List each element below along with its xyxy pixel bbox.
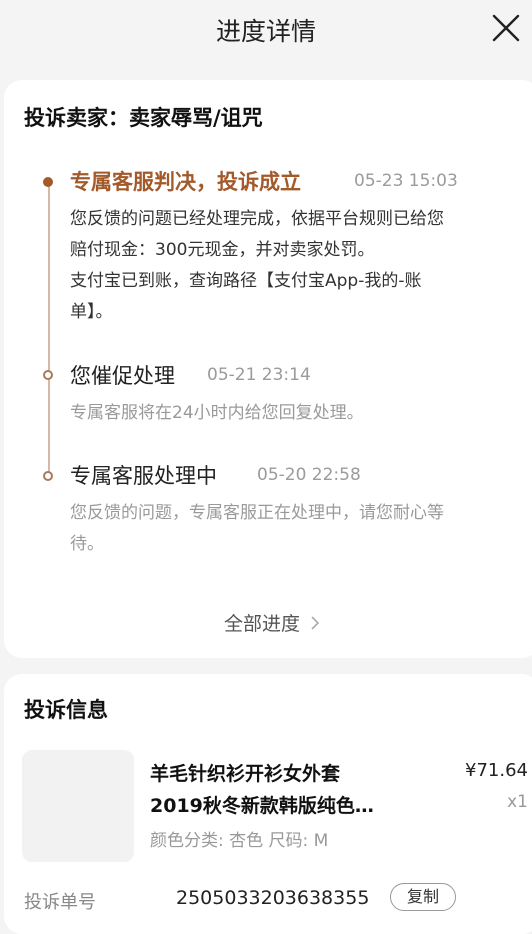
close-icon [492, 14, 520, 42]
timeline-dot [43, 370, 53, 380]
complaint-progress-title: 投诉卖家：卖家辱骂/诅咒 [24, 106, 263, 130]
complaint-info-card: 投诉信息 羊毛针织衫开衫女外套 2019秋冬新款韩版纯色… 颜色分类: 杏色 尺… [4, 674, 532, 934]
step-title: 专属客服处理中 [70, 464, 217, 488]
order-number: 2505033203638355 [176, 887, 370, 909]
product-title-line: 羊毛针织衫开衫女外套 [150, 763, 341, 785]
progress-card: 投诉卖家：卖家辱骂/诅咒 专属客服判决，投诉成立 05-23 15:03 您反馈… [4, 80, 532, 658]
step-description: 专属客服将在24小时内给您回复处理。 [70, 398, 516, 429]
step-description-line: 您反馈的问题，专属客服正在处理中，请您耐心等 [70, 503, 444, 523]
order-number-label: 投诉单号 [24, 892, 96, 913]
all-progress-label: 全部进度 [223, 613, 300, 635]
step-time: 05-23 15:03 [354, 171, 458, 191]
product-title-line: 2019秋冬新款韩版纯色… [150, 795, 374, 817]
step-description-line: 待。 [70, 534, 104, 554]
close-button[interactable] [484, 6, 528, 50]
step-time: 05-20 22:58 [257, 465, 361, 485]
product-thumbnail[interactable] [22, 750, 134, 862]
step-title: 您催促处理 [70, 364, 175, 388]
product-quantity: x1 [507, 792, 528, 812]
complaint-info-title: 投诉信息 [24, 698, 108, 722]
step-description-line: 您反馈的问题已经处理完成，依据平台规则已给您 [70, 209, 444, 229]
step-description-line: 支付宝已到账，查询路径【支付宝App-我的-账 [70, 271, 422, 291]
step-time: 05-21 23:14 [207, 365, 311, 385]
timeline-dot-active [43, 177, 53, 187]
page-title: 进度详情 [215, 17, 316, 46]
top-bar: 进度详情 [0, 0, 532, 68]
timeline-dot [43, 471, 53, 481]
chevron-right-icon [310, 614, 320, 633]
product-sku: 颜色分类: 杏色 尺码: M [150, 831, 329, 851]
product-title[interactable]: 羊毛针织衫开衫女外套 2019秋冬新款韩版纯色… [150, 758, 396, 822]
product-price: ¥71.64 [465, 760, 528, 781]
step-description-line: 单】。 [70, 302, 113, 322]
step-description: 您反馈的问题，专属客服正在处理中，请您耐心等 待。 [70, 498, 516, 560]
copy-button[interactable]: 复制 [390, 883, 456, 911]
all-progress-link[interactable]: 全部进度 [4, 609, 532, 636]
step-description: 您反馈的问题已经处理完成，依据平台规则已给您 赔付现金：300元现金，并对卖家处… [70, 204, 516, 328]
step-description-line: 赔付现金：300元现金，并对卖家处罚。 [70, 240, 375, 260]
step-description-line: 专属客服将在24小时内给您回复处理。 [70, 403, 364, 423]
timeline-line [48, 184, 50, 476]
step-title: 专属客服判决，投诉成立 [70, 170, 301, 194]
